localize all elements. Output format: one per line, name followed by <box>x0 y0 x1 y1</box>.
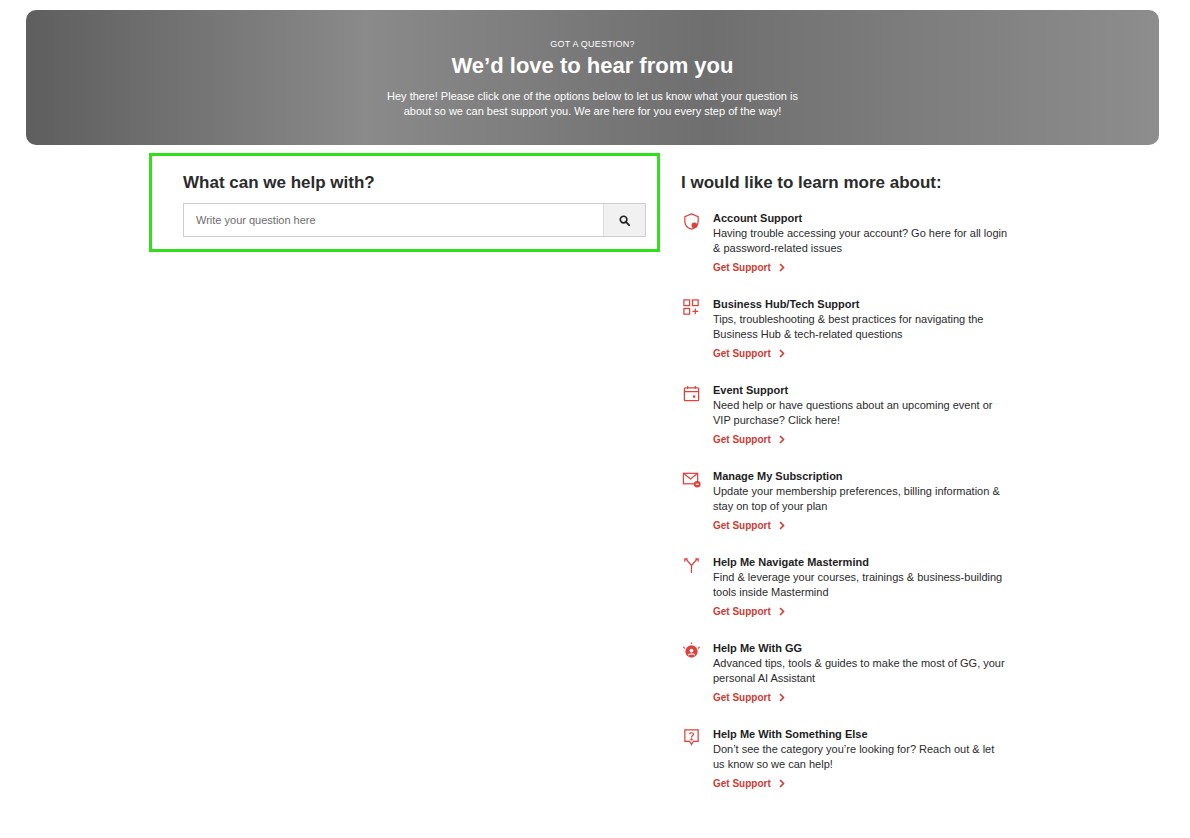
get-support-link[interactable]: Get Support <box>713 348 1008 359</box>
topic-description: Update your membership preferences, bill… <box>713 484 1008 514</box>
topic-title: Account Support <box>713 211 1008 226</box>
assistant-icon <box>682 642 701 661</box>
topic-title: Help Me With Something Else <box>713 727 1008 742</box>
topic-item: Account SupportHaving trouble accessing … <box>681 211 1010 282</box>
get-support-link[interactable]: Get Support <box>713 606 1008 617</box>
question-bubble-icon <box>682 728 701 747</box>
topic-icon-cell <box>681 641 713 712</box>
search-icon <box>619 215 630 226</box>
topic-body: Help Me With Something ElseDon’t see the… <box>713 727 1008 798</box>
topic-list: Account SupportHaving trouble accessing … <box>681 211 1010 798</box>
topic-title: Manage My Subscription <box>713 469 1008 484</box>
mail-remove-icon <box>682 470 701 489</box>
topic-body: Help Me With GGAdvanced tips, tools & gu… <box>713 641 1008 712</box>
hero-banner: GOT A QUESTION? We’d love to hear from yo… <box>26 10 1159 145</box>
get-support-link[interactable]: Get Support <box>713 520 1008 531</box>
topic-description: Don’t see the category you’re looking fo… <box>713 742 1008 772</box>
chevron-right-icon <box>779 693 785 702</box>
topic-item: Business Hub/Tech SupportTips, troublesh… <box>681 297 1010 368</box>
topic-body: Business Hub/Tech SupportTips, troublesh… <box>713 297 1008 368</box>
topic-description: Advanced tips, tools & guides to make th… <box>713 656 1008 686</box>
search-button[interactable] <box>603 204 645 236</box>
topic-description: Need help or have questions about an upc… <box>713 398 1008 428</box>
topic-item: Event SupportNeed help or have questions… <box>681 383 1010 454</box>
chevron-right-icon <box>779 521 785 530</box>
topic-icon-cell <box>681 211 713 282</box>
chevron-right-icon <box>779 607 785 616</box>
topic-item: Help Me Navigate MastermindFind & levera… <box>681 555 1010 626</box>
get-support-link[interactable]: Get Support <box>713 778 1008 789</box>
search-input[interactable] <box>184 204 603 236</box>
topic-icon-cell <box>681 297 713 368</box>
topic-item: Help Me With GGAdvanced tips, tools & gu… <box>681 641 1010 712</box>
chevron-right-icon <box>779 349 785 358</box>
topic-item: Manage My SubscriptionUpdate your member… <box>681 469 1010 540</box>
topic-description: Having trouble accessing your account? G… <box>713 226 1008 256</box>
hero-eyebrow: GOT A QUESTION? <box>550 39 634 49</box>
split-arrows-icon <box>682 556 701 575</box>
topic-title: Business Hub/Tech Support <box>713 297 1008 312</box>
topics-heading: I would like to learn more about: <box>681 173 1010 193</box>
topic-icon-cell <box>681 555 713 626</box>
topic-description: Tips, troubleshooting & best practices f… <box>713 312 1008 342</box>
shield-user-icon <box>682 212 701 231</box>
search-panel: What can we help with? <box>149 153 660 252</box>
chevron-right-icon <box>779 779 785 788</box>
topic-body: Event SupportNeed help or have questions… <box>713 383 1008 454</box>
chevron-right-icon <box>779 435 785 444</box>
topic-title: Help Me Navigate Mastermind <box>713 555 1008 570</box>
hero-title: We’d love to hear from you <box>452 53 734 79</box>
hero-text: Hey there! Please click one of the optio… <box>378 89 808 119</box>
support-page: GOT A QUESTION? We’d love to hear from yo… <box>0 0 1190 838</box>
get-support-link[interactable]: Get Support <box>713 262 1008 273</box>
topic-icon-cell <box>681 383 713 454</box>
apps-add-icon <box>682 298 701 317</box>
topic-item: Help Me With Something ElseDon’t see the… <box>681 727 1010 798</box>
calendar-icon <box>682 384 701 403</box>
topic-icon-cell <box>681 469 713 540</box>
chevron-right-icon <box>779 263 785 272</box>
get-support-link[interactable]: Get Support <box>713 692 1008 703</box>
topic-title: Help Me With GG <box>713 641 1008 656</box>
search-field <box>183 203 646 237</box>
topic-description: Find & leverage your courses, trainings … <box>713 570 1008 600</box>
topic-body: Help Me Navigate MastermindFind & levera… <box>713 555 1008 626</box>
topic-body: Account SupportHaving trouble accessing … <box>713 211 1008 282</box>
topics-panel: I would like to learn more about: Account… <box>680 153 1010 798</box>
topic-body: Manage My SubscriptionUpdate your member… <box>713 469 1008 540</box>
get-support-link[interactable]: Get Support <box>713 434 1008 445</box>
content: What can we help with? I would like to le… <box>149 153 1190 798</box>
search-heading: What can we help with? <box>183 173 646 193</box>
topic-title: Event Support <box>713 383 1008 398</box>
topic-icon-cell <box>681 727 713 798</box>
